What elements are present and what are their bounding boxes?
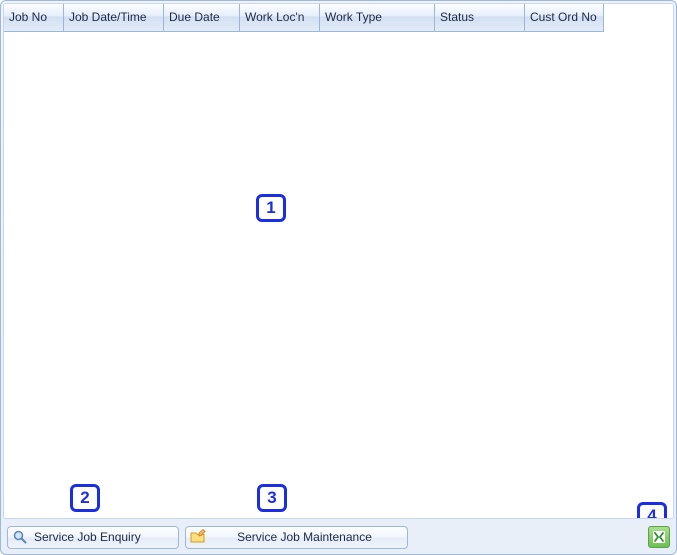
export-excel-button[interactable] <box>648 526 670 548</box>
column-header-due-date[interactable]: Due Date <box>164 4 240 32</box>
grid-body-empty[interactable]: 1 2 3 4 <box>4 32 673 518</box>
column-header-work-locn[interactable]: Work Loc'n <box>240 4 320 32</box>
footer-toolbar: Service Job Enquiry Service Job Maintena… <box>3 519 674 552</box>
column-header-cust-ord-no[interactable]: Cust Ord No <box>525 4 604 32</box>
column-header-filler <box>604 4 673 32</box>
edit-folder-icon <box>190 529 206 545</box>
job-grid: Job No Job Date/Time Due Date Work Loc'n… <box>3 3 674 519</box>
service-job-enquiry-label: Service Job Enquiry <box>34 530 141 544</box>
column-header-job-date-time[interactable]: Job Date/Time <box>64 4 164 32</box>
service-job-maintenance-label: Service Job Maintenance <box>212 530 397 544</box>
service-job-enquiry-button[interactable]: Service Job Enquiry <box>7 526 179 549</box>
magnifier-icon <box>12 529 28 545</box>
job-grid-panel: Job No Job Date/Time Due Date Work Loc'n… <box>0 0 677 555</box>
column-header-job-no[interactable]: Job No <box>4 4 64 32</box>
callout-4: 4 <box>637 502 667 519</box>
grid-header-row: Job No Job Date/Time Due Date Work Loc'n… <box>4 4 673 32</box>
callout-2: 2 <box>70 484 100 512</box>
column-header-status[interactable]: Status <box>435 4 525 32</box>
callout-3: 3 <box>257 484 287 512</box>
column-header-work-type[interactable]: Work Type <box>320 4 435 32</box>
excel-icon <box>652 530 666 544</box>
callout-1: 1 <box>256 194 286 222</box>
service-job-maintenance-button[interactable]: Service Job Maintenance <box>185 526 408 549</box>
